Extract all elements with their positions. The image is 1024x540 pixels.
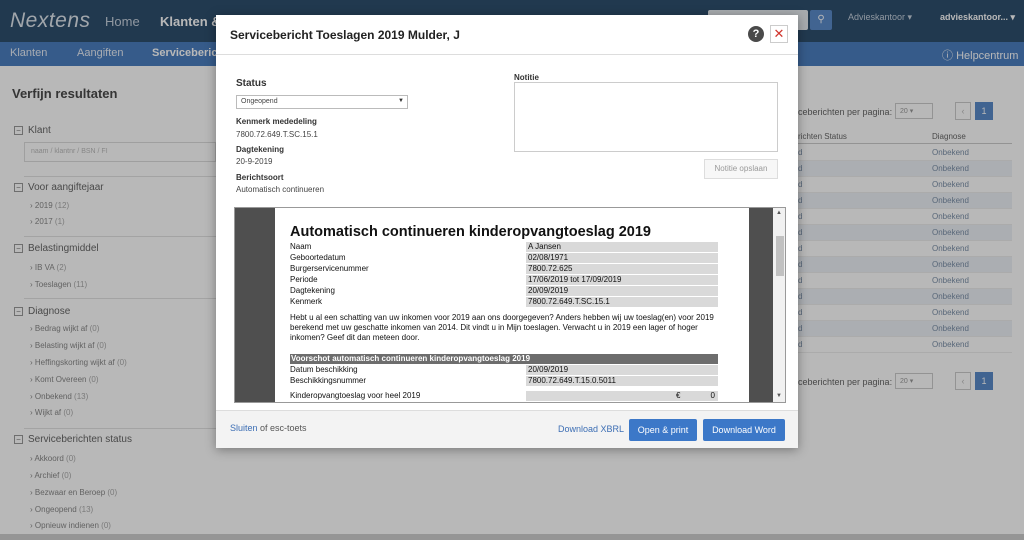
servicebericht-dialog: Servicebericht Toeslagen 2019 Mulder, J … bbox=[216, 15, 798, 448]
dialog-footer: Sluiten of esc-toets Download XBRL Open … bbox=[216, 410, 798, 448]
document-row: Datum beschikking 20/09/2019 bbox=[290, 365, 718, 375]
document-row: Kenmerk 7800.72.649.T.SC.15.1 bbox=[290, 297, 718, 307]
notitie-save-button[interactable]: Notitie opslaan bbox=[704, 159, 778, 179]
document-title: Automatisch continueren kinderopvangtoes… bbox=[290, 224, 651, 240]
document-page: Automatisch continueren kinderopvangtoes… bbox=[275, 208, 749, 402]
status-label: Status bbox=[236, 78, 267, 89]
document-row: Dagtekening 20/09/2019 bbox=[290, 286, 718, 296]
document-row: Geboortedatum 02/08/1971 bbox=[290, 253, 718, 263]
document-total-row: Kinderopvangtoeslag voor heel 2019 €0 bbox=[290, 391, 718, 401]
document-scrollbar[interactable]: ▲ ▼ bbox=[773, 208, 785, 402]
berichtsoort-label: Berichtsoort bbox=[236, 173, 284, 182]
close-hint: Sluiten of esc-toets bbox=[230, 423, 307, 433]
document-viewer[interactable]: Automatisch continueren kinderopvangtoes… bbox=[234, 207, 786, 403]
scroll-down-icon[interactable]: ▼ bbox=[776, 393, 782, 399]
dialog-title: Servicebericht Toeslagen 2019 Mulder, J bbox=[230, 28, 460, 42]
dagtekening-label: Dagtekening bbox=[236, 145, 285, 154]
document-paragraph: Hebt u al een schatting van uw inkomen v… bbox=[290, 313, 714, 342]
dagtekening-value: 20-9-2019 bbox=[236, 157, 273, 166]
notitie-label: Notitie bbox=[514, 73, 539, 82]
kenmerk-label: Kenmerk mededeling bbox=[236, 117, 317, 126]
kenmerk-value: 7800.72.649.T.SC.15.1 bbox=[236, 130, 318, 139]
help-icon[interactable]: ? bbox=[748, 26, 764, 42]
notitie-textarea[interactable] bbox=[514, 82, 778, 152]
download-xbrl-link[interactable]: Download XBRL bbox=[558, 424, 624, 434]
status-select[interactable]: Ongeopend ▼ bbox=[236, 95, 408, 109]
document-row: Beschikkingsnummer 7800.72.649.T.15.0.501… bbox=[290, 376, 718, 386]
download-word-button[interactable]: Download Word bbox=[703, 419, 785, 441]
scroll-up-icon[interactable]: ▲ bbox=[776, 210, 782, 216]
scroll-thumb[interactable] bbox=[776, 236, 784, 276]
dialog-header: Servicebericht Toeslagen 2019 Mulder, J … bbox=[216, 15, 798, 55]
document-row: Naam A Jansen bbox=[290, 242, 718, 252]
open-print-button[interactable]: Open & print bbox=[629, 419, 697, 441]
document-row: Burgerservicenummer 7800.72.625 bbox=[290, 264, 718, 274]
close-icon[interactable]: ✕ bbox=[770, 25, 788, 43]
document-row: Periode 17/06/2019 tot 17/09/2019 bbox=[290, 275, 718, 285]
berichtsoort-value: Automatisch continueren bbox=[236, 185, 325, 194]
document-section-header: Voorschot automatisch continueren kinder… bbox=[290, 354, 718, 364]
sluiten-link[interactable]: Sluiten bbox=[230, 423, 258, 433]
